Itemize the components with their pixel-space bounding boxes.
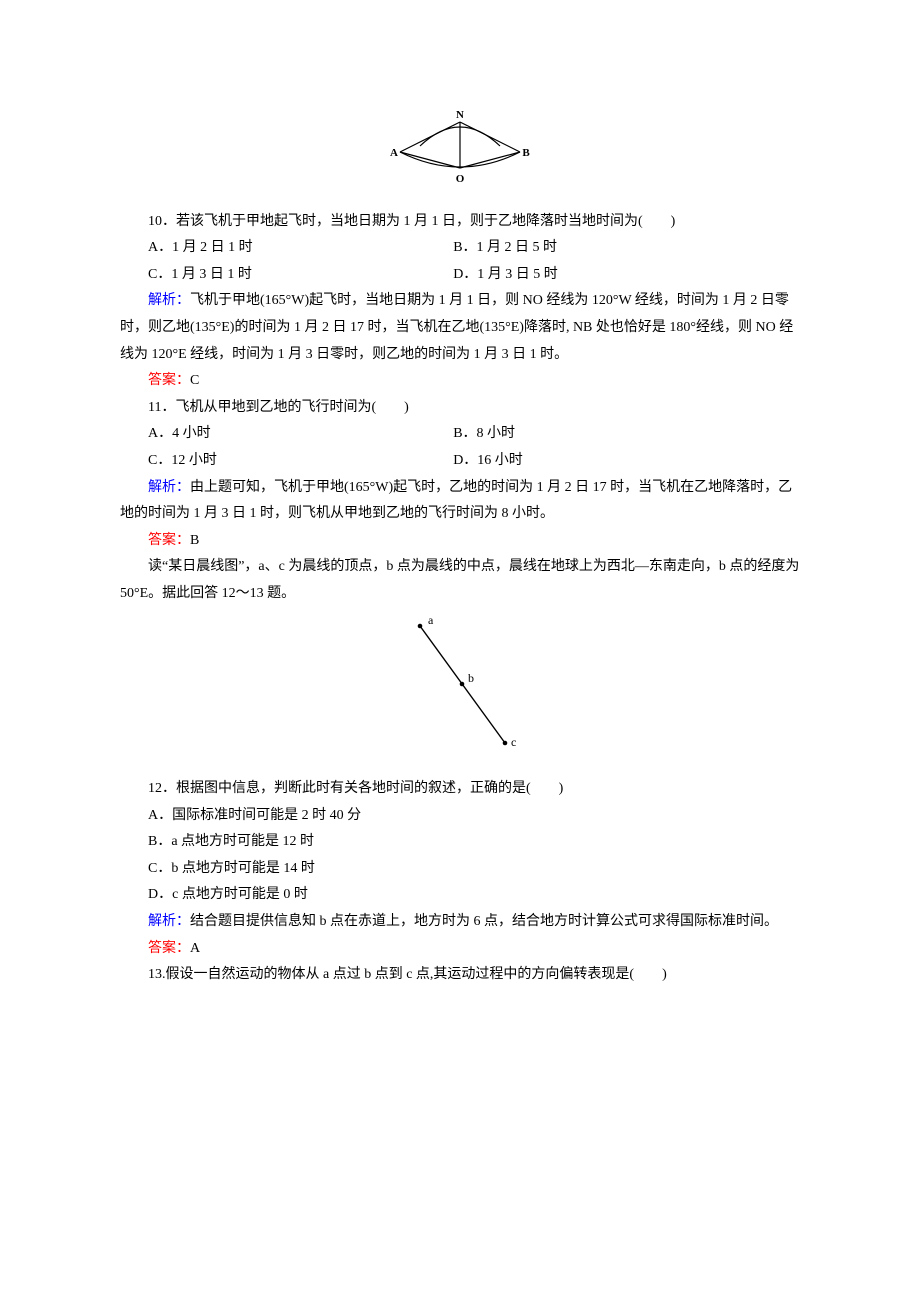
label-o: O <box>456 173 465 185</box>
answer-label: 答案： <box>148 373 190 388</box>
document-page: N O A B 10．若该飞机于甲地起飞时，当地日期为 1 月 1 日，则于乙地… <box>0 0 920 1302</box>
analysis-label: 解析： <box>148 293 190 308</box>
q10-analysis-text: 飞机于甲地(165°W)起飞时，当地日期为 1 月 1 日，则 NO 经线为 1… <box>120 293 793 361</box>
q12-answer-text: A <box>190 941 200 956</box>
q12-answer: 答案：A <box>120 936 800 963</box>
line-left-bottom <box>400 152 460 168</box>
q12-option-d: D．c 点地方时可能是 0 时 <box>120 882 800 909</box>
q10-option-a: A．1 月 2 日 1 时 <box>120 235 453 262</box>
q12-option-b: B．a 点地方时可能是 12 时 <box>120 829 800 856</box>
q12-option-c: C．b 点地方时可能是 14 时 <box>120 856 800 883</box>
label-n: N <box>456 110 464 121</box>
q10-option-c: C．1 月 3 日 1 时 <box>120 262 453 289</box>
line-right-bottom <box>460 152 520 168</box>
fan-diagram-svg: N O A B <box>390 110 530 190</box>
label-b: b <box>468 671 474 685</box>
figure-fan-diagram: N O A B <box>120 110 800 201</box>
q12-option-a: A．国际标准时间可能是 2 时 40 分 <box>120 803 800 830</box>
terminator-svg: a b c <box>380 608 540 758</box>
line-right-top <box>460 122 520 152</box>
label-c: c <box>511 735 516 749</box>
q12-stem: 12．根据图中信息，判断此时有关各地时间的叙述，正确的是( ) <box>120 776 800 803</box>
q10-options-row2: C．1 月 3 日 1 时 D．1 月 3 日 5 时 <box>120 262 800 289</box>
q10-answer: 答案：C <box>120 368 800 395</box>
line-left-top <box>400 122 460 152</box>
figure-terminator-line: a b c <box>120 608 800 769</box>
q11-option-c: C．12 小时 <box>120 448 453 475</box>
q11-answer-text: B <box>190 533 199 548</box>
q13-stem: 13.假设一自然运动的物体从 a 点过 b 点到 c 点,其运动过程中的方向偏转… <box>120 962 800 989</box>
answer-label: 答案： <box>148 941 190 956</box>
q10-options-row1: A．1 月 2 日 1 时 B．1 月 2 日 5 时 <box>120 235 800 262</box>
analysis-label: 解析： <box>148 480 190 495</box>
q10-option-b: B．1 月 2 日 5 时 <box>453 235 800 262</box>
q12-analysis: 解析：结合题目提供信息知 b 点在赤道上，地方时为 6 点，结合地方时计算公式可… <box>120 909 800 936</box>
point-a <box>418 623 423 628</box>
label-b: B <box>522 147 530 159</box>
label-a: A <box>390 147 398 159</box>
q11-analysis: 解析：由上题可知，飞机于甲地(165°W)起飞时，乙地的时间为 1 月 2 日 … <box>120 475 800 528</box>
q11-option-d: D．16 小时 <box>453 448 800 475</box>
answer-label: 答案： <box>148 533 190 548</box>
point-b <box>460 681 465 686</box>
label-a: a <box>428 613 434 627</box>
q11-analysis-text: 由上题可知，飞机于甲地(165°W)起飞时，乙地的时间为 1 月 2 日 17 … <box>120 480 792 522</box>
q10-analysis: 解析：飞机于甲地(165°W)起飞时，当地日期为 1 月 1 日，则 NO 经线… <box>120 288 800 368</box>
point-c <box>503 740 508 745</box>
passage-2: 读“某日晨线图”，a、c 为晨线的顶点，b 点为晨线的中点，晨线在地球上为西北—… <box>120 554 800 607</box>
q10-stem: 10．若该飞机于甲地起飞时，当地日期为 1 月 1 日，则于乙地降落时当地时间为… <box>120 209 800 236</box>
q11-option-a: A．4 小时 <box>120 421 453 448</box>
q11-stem: 11．飞机从甲地到乙地的飞行时间为( ) <box>120 395 800 422</box>
q11-options-row1: A．4 小时 B．8 小时 <box>120 421 800 448</box>
q12-analysis-text: 结合题目提供信息知 b 点在赤道上，地方时为 6 点，结合地方时计算公式可求得国… <box>190 914 778 929</box>
q10-option-d: D．1 月 3 日 5 时 <box>453 262 800 289</box>
q11-answer: 答案：B <box>120 528 800 555</box>
q11-option-b: B．8 小时 <box>453 421 800 448</box>
q11-options-row2: C．12 小时 D．16 小时 <box>120 448 800 475</box>
analysis-label: 解析： <box>148 914 190 929</box>
q10-answer-text: C <box>190 373 199 388</box>
